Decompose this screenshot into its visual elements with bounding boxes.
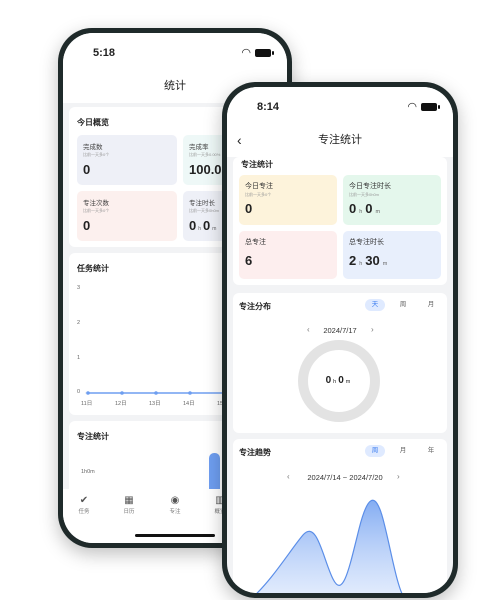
tab-label: 任务: [78, 509, 90, 515]
status-bar: 8:14 ◠: [227, 87, 453, 123]
tile-sub: 比前一天多0个: [83, 152, 110, 157]
today-focus-duration-tile[interactable]: 今日专注时长 比前一天多0h0m 0h0m: [343, 175, 441, 225]
hours-unit: h: [198, 226, 202, 232]
tab-tasks[interactable]: ✔ 任务: [69, 495, 99, 515]
focus-stats-card: 专注统计 今日专注 比前一天多0个 0 今日专注时长 比前一天多0h0m 0h0…: [233, 157, 447, 285]
status-time: 5:18: [93, 47, 116, 59]
home-indicator: [135, 534, 215, 537]
minutes-value: 0: [338, 375, 344, 386]
focus-distribution-card: 专注分布 天 周 月 ‹ 2024/7/17 › 0h0m: [233, 293, 447, 433]
minutes-unit: m: [212, 226, 217, 232]
tile-sub: 比前一天多0个: [83, 208, 110, 213]
page-title: 专注统计: [318, 134, 362, 146]
hours-value: 0: [349, 201, 357, 216]
tab-focus[interactable]: ◉ 专注: [160, 495, 190, 515]
data-point: [188, 391, 192, 395]
check-icon: ✔: [79, 495, 89, 506]
tile-value: 0: [83, 218, 91, 233]
status-time: 8:14: [257, 101, 280, 113]
battery-icon: [255, 49, 274, 57]
tile-value: 0h0m: [189, 218, 218, 233]
wifi-icon: ◠: [407, 101, 417, 113]
tile-label: 总专注时长: [349, 239, 384, 246]
tab-calendar[interactable]: ▦ 日历: [114, 495, 144, 515]
data-point: [120, 391, 124, 395]
hours-value: 2: [349, 253, 357, 268]
minutes-value: 0: [203, 218, 211, 233]
tile-label: 专注次数: [83, 200, 109, 207]
completed-count-tile[interactable]: 完成数 比前一天多0个 0: [77, 135, 177, 185]
battery-icon: [421, 103, 440, 111]
data-point: [154, 391, 158, 395]
tile-sub: 比前一天多0.00%: [189, 152, 221, 157]
navigation-bar: ‹ 专注统计: [227, 123, 453, 157]
hours-value: 0: [189, 218, 197, 233]
total-focus-duration-tile[interactable]: 总专注时长 2 h 30 m: [343, 231, 441, 279]
tile-value: 6: [245, 253, 253, 268]
tile-value: 0: [245, 201, 253, 216]
tile-label: 完成率: [189, 144, 209, 151]
minutes-unit: m: [382, 261, 388, 267]
calendar-icon: ▦: [124, 495, 134, 506]
distribution-donut: [298, 340, 380, 422]
tab-label: 专注: [169, 509, 181, 515]
data-point: [86, 391, 90, 395]
donut-center-value: 0h0m: [317, 375, 361, 386]
y-tick: 1h0m: [81, 469, 95, 475]
x-tick: 13日: [149, 401, 161, 407]
x-tick: 12日: [115, 401, 127, 407]
tile-value: 2 h 30 m: [349, 253, 390, 268]
total-focus-tile[interactable]: 总专注 6: [239, 231, 337, 279]
focus-stats-title: 专注统计: [241, 160, 273, 169]
focus-stats-title: 专注统计: [77, 432, 109, 441]
minutes-unit: m: [375, 209, 381, 215]
hours-unit: h: [359, 209, 363, 215]
target-icon: ◉: [170, 495, 180, 506]
tile-value: 0: [83, 162, 91, 177]
tile-value: 0h0m: [349, 201, 383, 216]
hours-unit: h: [333, 379, 337, 385]
focus-count-tile[interactable]: 专注次数 比前一天多0个 0: [77, 191, 177, 241]
minutes-value: 0: [365, 201, 373, 216]
tile-sub: 比前一天多0h0m: [189, 208, 220, 213]
trend-area-chart: [256, 499, 403, 593]
focus-trend-card: 专注趋势 周 月 年 ‹ 2024/7/14 ~ 2024/7/20 ›: [233, 439, 447, 593]
tile-label: 今日专注: [245, 183, 273, 190]
minutes-unit: m: [345, 379, 351, 385]
status-bar: 5:18 ◠: [63, 33, 287, 69]
tile-label: 完成数: [83, 144, 103, 151]
tile-label: 今日专注时长: [349, 183, 391, 190]
x-tick: 11日: [81, 401, 93, 407]
tile-sub: 比前一天多0h0m: [349, 192, 380, 197]
tile-label: 专注时长: [189, 200, 215, 207]
hours-unit: h: [359, 261, 363, 267]
overview-title: 今日概览: [77, 118, 109, 127]
front-phone-screen: 8:14 ◠ ‹ 专注统计 专注统计 今日专注 比前一天多0个 0 今日专注时长…: [227, 87, 453, 593]
minutes-value: 30: [365, 253, 380, 268]
tab-label: 日历: [123, 509, 135, 515]
tile-label: 总专注: [245, 239, 266, 246]
front-phone-frame: 8:14 ◠ ‹ 专注统计 专注统计 今日专注 比前一天多0个 0 今日专注时长…: [222, 82, 458, 598]
today-focus-tile[interactable]: 今日专注 比前一天多0个 0: [239, 175, 337, 225]
back-chevron-icon[interactable]: ‹: [237, 123, 242, 157]
wifi-icon: ◠: [241, 47, 251, 59]
x-tick: 14日: [183, 401, 195, 407]
tile-value: 100.0: [189, 162, 222, 177]
hours-value: 0: [325, 375, 332, 386]
tile-sub: 比前一天多0个: [245, 192, 272, 197]
